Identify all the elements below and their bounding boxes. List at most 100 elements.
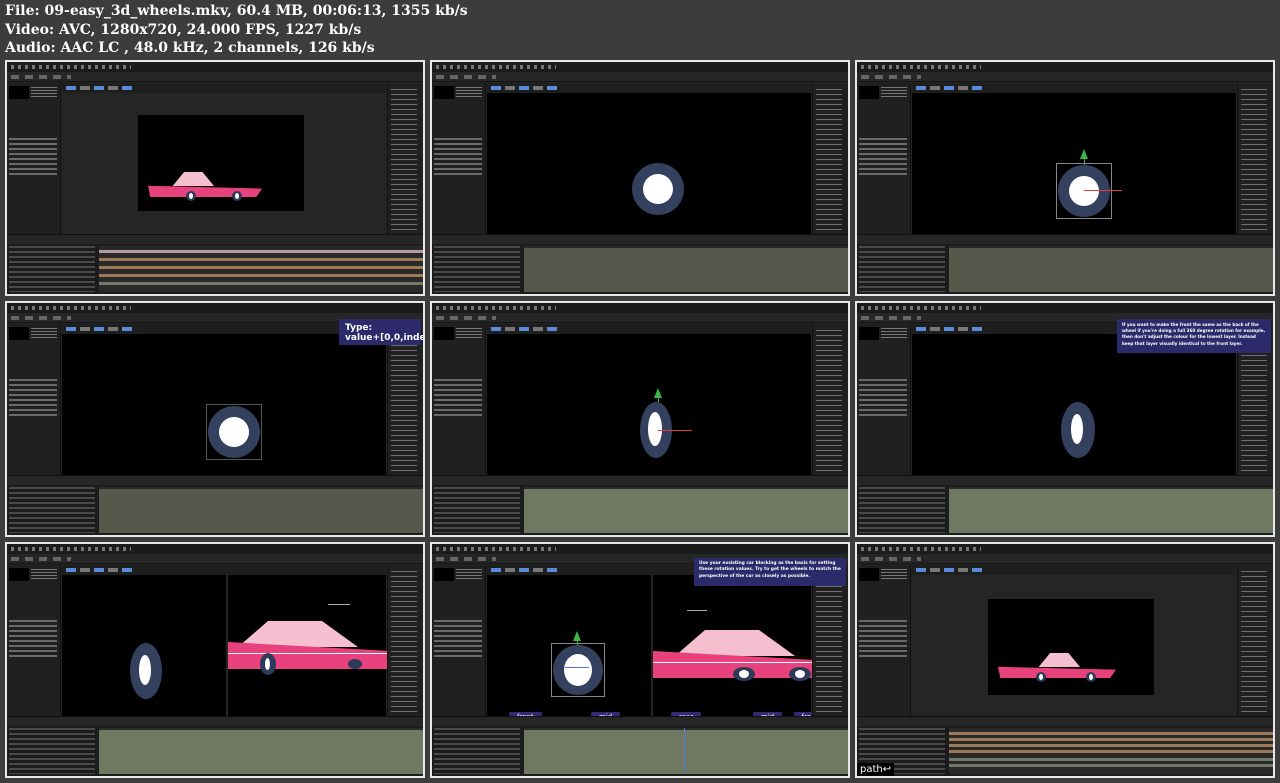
effects-panel <box>387 565 423 721</box>
app-menu-bar <box>857 544 1273 554</box>
composition-viewer <box>487 93 811 234</box>
y-axis-gizmo-icon[interactable] <box>1080 149 1088 159</box>
y-axis-gizmo-icon[interactable] <box>654 388 662 398</box>
car-wheel-front <box>1036 672 1046 682</box>
effects-panel <box>1237 565 1273 721</box>
wheel[interactable] <box>130 643 162 699</box>
composition-tab-bar <box>62 565 386 575</box>
composition-tab-bar <box>912 565 1236 575</box>
y-axis-gizmo-icon[interactable] <box>573 631 581 641</box>
thumbnail-1[interactable] <box>5 60 425 296</box>
app-menu-bar <box>857 62 1273 72</box>
tip-callout: If you want to make the front the same a… <box>1117 319 1271 353</box>
project-panel <box>432 83 486 234</box>
comp-canvas-left <box>487 575 651 716</box>
car-wheel-rear <box>1086 672 1096 682</box>
app-menu-bar <box>432 544 848 554</box>
tool-bar <box>432 313 848 323</box>
effects-panel <box>812 565 848 721</box>
timeline-panel <box>7 475 423 535</box>
effects-panel <box>387 324 423 480</box>
app-menu-bar <box>857 303 1273 313</box>
car-wheel-rear <box>232 191 242 201</box>
comp-canvas <box>487 93 811 234</box>
x-axis-gizmo-icon[interactable] <box>565 667 589 668</box>
car-wheel <box>260 653 276 675</box>
car-roof <box>1038 653 1080 667</box>
thumbnail-2[interactable] <box>430 60 850 296</box>
effects-panel <box>1237 83 1273 239</box>
app-menu-bar <box>7 544 423 554</box>
app-menu-bar <box>7 62 423 72</box>
thumbnail-8[interactable]: front mid rear mid fro Use your exsistin… <box>430 542 850 778</box>
composition-viewer <box>62 334 386 475</box>
wheel[interactable] <box>553 645 603 695</box>
project-panel <box>7 83 61 234</box>
expression-callout: Type: value+[0,0,index] <box>339 319 423 345</box>
comp-canvas-right <box>228 575 390 716</box>
composition-tab-bar <box>62 324 386 334</box>
project-panel <box>432 565 486 716</box>
wheel[interactable] <box>208 406 260 458</box>
composition-tab-bar <box>487 83 811 93</box>
timeline-panel <box>432 234 848 294</box>
composition-viewer <box>912 93 1236 234</box>
audio-info-line: Audio: AAC LC , 48.0 kHz, 2 channels, 12… <box>5 40 375 56</box>
effects-panel <box>812 83 848 239</box>
timeline-panel <box>7 716 423 776</box>
effects-panel <box>387 83 423 239</box>
comp-canvas <box>912 93 1236 234</box>
path-tag: path↩ <box>857 763 895 776</box>
tool-bar <box>7 72 423 82</box>
car-wheel <box>733 667 755 681</box>
thumbnail-7[interactable] <box>5 542 425 778</box>
app-menu-bar <box>432 303 848 313</box>
tip-callout: Use your exsisting car blocking as the b… <box>694 558 846 586</box>
comp-canvas <box>988 599 1154 695</box>
timeline-panel <box>432 716 848 776</box>
project-panel <box>857 565 911 716</box>
timeline-panel <box>857 716 1273 776</box>
composition-viewer <box>62 93 386 234</box>
tool-bar <box>857 554 1273 564</box>
composition-tab-bar <box>912 83 1236 93</box>
composition-viewer <box>912 575 1236 716</box>
car-wheel <box>348 659 362 669</box>
file-info-line: File: 09-easy_3d_wheels.mkv, 60.4 MB, 00… <box>5 3 468 19</box>
composition-viewer <box>912 334 1236 475</box>
app-menu-bar <box>432 62 848 72</box>
thumbnail-6[interactable]: If you want to make the front the same a… <box>855 301 1275 537</box>
thumbnail-3[interactable] <box>855 60 1275 296</box>
composition-viewer <box>62 575 390 716</box>
x-axis-gizmo-icon[interactable] <box>658 430 692 431</box>
thumbnail-5[interactable] <box>430 301 850 537</box>
car-wheel <box>789 667 811 681</box>
composition-viewer <box>487 334 811 475</box>
comp-canvas <box>487 334 811 475</box>
timeline-panel <box>857 234 1273 294</box>
car-roof <box>675 630 795 656</box>
composition-viewer: front mid rear mid fro <box>487 575 819 722</box>
tool-bar <box>7 554 423 564</box>
project-panel <box>857 83 911 234</box>
comp-canvas <box>62 334 386 475</box>
project-panel <box>7 324 61 475</box>
comp-canvas <box>138 115 304 211</box>
wheel[interactable] <box>1061 402 1095 458</box>
car-roof <box>238 621 358 647</box>
comp-canvas <box>912 334 1236 475</box>
car-roof <box>172 172 214 186</box>
comp-canvas-right <box>653 575 815 716</box>
car-wheel-front <box>186 191 196 201</box>
thumbnail-9[interactable]: path↩ <box>855 542 1275 778</box>
comp-canvas-left <box>62 575 226 716</box>
tool-bar <box>857 72 1273 82</box>
timeline-panel <box>7 234 423 294</box>
app-menu-bar <box>7 303 423 313</box>
x-axis-gizmo-icon[interactable] <box>1084 190 1122 191</box>
composition-tab-bar <box>62 83 386 93</box>
wheel <box>632 163 684 215</box>
wheel[interactable] <box>1058 165 1110 217</box>
effects-panel <box>812 324 848 480</box>
thumbnail-4[interactable]: Type: value+[0,0,index] <box>5 301 425 537</box>
